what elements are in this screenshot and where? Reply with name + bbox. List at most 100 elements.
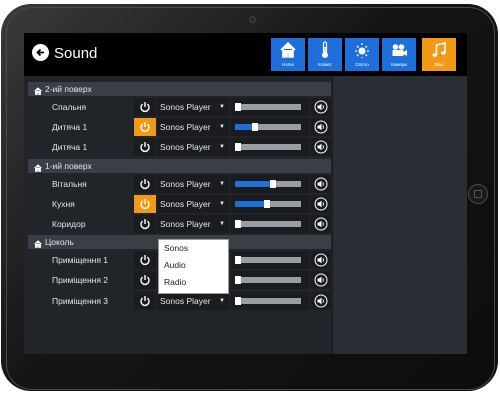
volume-track [235, 220, 301, 228]
room-name-cell: Спальня [28, 98, 132, 116]
mute-button[interactable] [311, 118, 331, 137]
volume-knob[interactable] [264, 199, 270, 208]
nav-sound-label: Звук [434, 62, 444, 67]
hardware-home-button[interactable] [468, 184, 488, 204]
volume-icon [314, 120, 328, 134]
volume-knob[interactable] [235, 143, 241, 152]
player-select-value: Sonos Player [160, 198, 211, 209]
power-button[interactable] [134, 271, 156, 290]
volume-slider[interactable] [231, 215, 309, 233]
power-button[interactable] [134, 215, 156, 233]
mute-button[interactable] [311, 251, 331, 270]
volume-slider[interactable] [231, 138, 309, 157]
volume-fill [235, 180, 273, 187]
room-row: Коридор Sonos Player ▼ [28, 215, 331, 233]
room-row: Приміщення 3 Sonos Player ▼ [28, 291, 331, 310]
power-button[interactable] [134, 118, 156, 137]
player-select[interactable]: Sonos Player ▼ [157, 194, 229, 213]
volume-icon [314, 273, 328, 287]
chevron-down-icon: ▼ [219, 221, 225, 227]
dropdown-option[interactable]: Audio [159, 257, 228, 274]
mute-button[interactable] [311, 291, 331, 310]
volume-knob[interactable] [235, 220, 241, 228]
nav-cameras-button[interactable]: Камери [382, 38, 416, 71]
back-button[interactable] [32, 44, 49, 61]
nav-home-button[interactable]: Home [271, 38, 305, 71]
room-name: Приміщення 1 [52, 255, 109, 266]
volume-knob[interactable] [270, 179, 276, 188]
mute-button[interactable] [311, 271, 331, 290]
volume-knob[interactable] [235, 103, 241, 111]
volume-knob[interactable] [252, 123, 258, 132]
player-select[interactable]: Sonos Player ▼ [157, 174, 229, 193]
player-select-value: Sonos Player [160, 295, 211, 306]
power-icon [140, 295, 150, 306]
music-icon [432, 42, 446, 57]
player-select[interactable]: Sonos Player ▼ [157, 98, 229, 116]
player-select[interactable]: Sonos Player ▼ [157, 291, 229, 310]
room-row: Вітальня Sonos Player ▼ [28, 174, 331, 193]
camera-icon [249, 16, 256, 23]
volume-track [235, 256, 301, 265]
volume-knob[interactable] [235, 296, 241, 305]
volume-slider[interactable] [231, 291, 309, 310]
nav-climate-button[interactable]: Клімат [308, 38, 342, 71]
mute-button[interactable] [311, 194, 331, 213]
power-icon [140, 102, 150, 113]
volume-slider[interactable] [231, 194, 309, 213]
volume-track [235, 103, 301, 111]
volume-track [235, 143, 301, 152]
player-select-value: Sonos Player [160, 219, 211, 229]
mute-button[interactable] [311, 98, 331, 116]
volume-slider[interactable] [231, 98, 309, 116]
dropdown-option[interactable]: Radio [159, 274, 228, 291]
power-button[interactable] [134, 174, 156, 193]
room-name: Дитяча 1 [52, 122, 88, 133]
dropdown-option[interactable]: Sonos [159, 240, 228, 257]
power-button[interactable] [134, 194, 156, 213]
room-row: Дитяча 1 Sonos Player ▼ [28, 118, 331, 137]
power-icon [140, 142, 150, 153]
volume-track [235, 123, 301, 132]
chevron-down-icon: ▼ [219, 104, 225, 110]
volume-knob[interactable] [235, 276, 241, 285]
power-button[interactable] [134, 251, 156, 270]
nav-light-button[interactable]: Світло [345, 38, 379, 71]
power-icon [140, 255, 150, 266]
chevron-down-icon: ▼ [219, 144, 225, 151]
player-select-value: Sonos Player [160, 122, 211, 133]
volume-slider[interactable] [231, 271, 309, 290]
nav-light-label: Світло [355, 62, 369, 67]
mute-button[interactable] [311, 215, 331, 233]
chevron-down-icon: ▼ [219, 297, 225, 304]
page-title: Sound [54, 45, 98, 62]
chevron-down-icon: ▼ [219, 124, 225, 131]
player-select[interactable]: Sonos Player ▼ [157, 118, 229, 137]
player-select[interactable]: Sonos Player ▼ [157, 138, 229, 157]
nav-sound-button[interactable]: Звук [422, 38, 456, 71]
room-name-cell: Дитяча 1 [28, 138, 132, 156]
volume-slider[interactable] [231, 174, 309, 193]
power-button[interactable] [134, 138, 156, 157]
player-select[interactable]: Sonos Player ▼ [157, 215, 229, 233]
volume-track [235, 179, 301, 188]
thermometer-icon [322, 41, 328, 58]
volume-slider[interactable] [231, 118, 309, 137]
power-button[interactable] [134, 98, 156, 116]
room-name: Вітальня [52, 178, 87, 189]
room-name: Дитяча 1 [52, 142, 88, 153]
nav-home-label: Home [281, 62, 294, 67]
power-button[interactable] [134, 291, 156, 310]
room-row: Спальня Sonos Player ▼ [28, 98, 331, 116]
volume-icon [314, 177, 328, 191]
mute-button[interactable] [311, 174, 331, 193]
volume-knob[interactable] [235, 256, 241, 265]
section-header: 2-ий поверх [28, 82, 331, 96]
room-name-cell: Коридор [28, 215, 132, 233]
volume-slider[interactable] [231, 251, 309, 270]
power-icon [140, 275, 150, 286]
room-name-cell: Приміщення 1 [28, 251, 132, 269]
power-icon [140, 122, 150, 133]
room-row: Кухня Sonos Player ▼ [28, 194, 331, 213]
mute-button[interactable] [311, 138, 331, 157]
